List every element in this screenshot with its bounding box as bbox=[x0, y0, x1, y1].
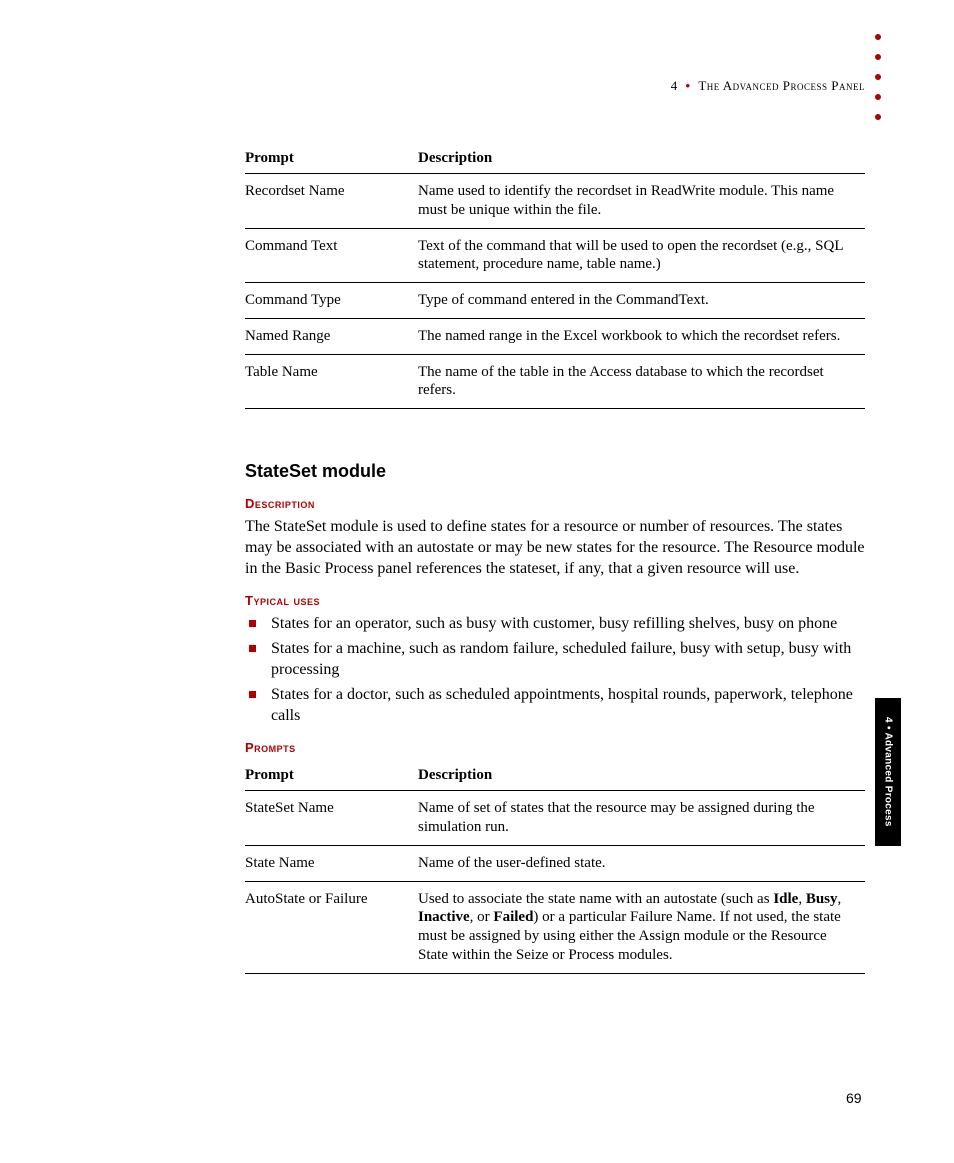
description-body: The StateSet module is used to define st… bbox=[245, 517, 865, 579]
list-item: States for a doctor, such as scheduled a… bbox=[245, 685, 865, 727]
bullet-separator: • bbox=[682, 78, 695, 93]
table-row: Named Range The named range in the Excel… bbox=[245, 318, 865, 354]
page-content: 4 • The Advanced Process Panel Prompt De… bbox=[245, 40, 865, 974]
prompt-cell: StateSet Name bbox=[245, 791, 418, 846]
chapter-title: The Advanced Process Panel bbox=[698, 78, 865, 93]
desc-cell: Name of the user-defined state. bbox=[418, 845, 865, 881]
table-row: AutoState or Failure Used to associate t… bbox=[245, 881, 865, 973]
decorative-dots bbox=[875, 34, 881, 120]
desc-cell: The named range in the Excel workbook to… bbox=[418, 318, 865, 354]
table-row: Command Text Text of the command that wi… bbox=[245, 228, 865, 283]
recordset-prompts-table: Prompt Description Recordset Name Name u… bbox=[245, 144, 865, 409]
col-header-description: Description bbox=[418, 144, 865, 174]
table-row: StateSet Name Name of set of states that… bbox=[245, 791, 865, 846]
text: , bbox=[798, 891, 806, 907]
page-number: 69 bbox=[846, 1090, 862, 1106]
prompt-cell: Command Type bbox=[245, 283, 418, 319]
col-header-prompt: Prompt bbox=[245, 144, 418, 174]
table-row: Command Type Type of command entered in … bbox=[245, 283, 865, 319]
col-header-prompt: Prompt bbox=[245, 761, 418, 791]
bold-term: Inactive bbox=[418, 909, 470, 925]
col-header-description: Description bbox=[418, 761, 865, 791]
list-item: States for a machine, such as random fai… bbox=[245, 639, 865, 681]
chapter-number: 4 bbox=[671, 78, 678, 93]
desc-cell: Text of the command that will be used to… bbox=[418, 228, 865, 283]
table-row: Table Name The name of the table in the … bbox=[245, 354, 865, 409]
prompt-cell: Recordset Name bbox=[245, 174, 418, 229]
desc-cell: Used to associate the state name with an… bbox=[418, 881, 865, 973]
prompt-cell: Table Name bbox=[245, 354, 418, 409]
text: Used to associate the state name with an… bbox=[418, 891, 773, 907]
bold-term: Failed bbox=[493, 909, 533, 925]
desc-cell: Name of set of states that the resource … bbox=[418, 791, 865, 846]
stateset-prompts-table: Prompt Description StateSet Name Name of… bbox=[245, 761, 865, 973]
description-heading: Description bbox=[245, 496, 865, 511]
list-item: States for an operator, such as busy wit… bbox=[245, 614, 865, 635]
prompt-cell: Named Range bbox=[245, 318, 418, 354]
desc-cell: Type of command entered in the CommandTe… bbox=[418, 283, 865, 319]
text: , bbox=[838, 891, 842, 907]
desc-cell: The name of the table in the Access data… bbox=[418, 354, 865, 409]
module-title: StateSet module bbox=[245, 461, 865, 482]
text: , or bbox=[470, 909, 494, 925]
bold-term: Idle bbox=[773, 891, 798, 907]
table-row: State Name Name of the user-defined stat… bbox=[245, 845, 865, 881]
typical-uses-heading: Typical uses bbox=[245, 593, 865, 608]
desc-cell: Name used to identify the recordset in R… bbox=[418, 174, 865, 229]
prompt-cell: AutoState or Failure bbox=[245, 881, 418, 973]
table-row: Recordset Name Name used to identify the… bbox=[245, 174, 865, 229]
prompts-heading: Prompts bbox=[245, 740, 865, 755]
prompt-cell: State Name bbox=[245, 845, 418, 881]
typical-uses-list: States for an operator, such as busy wit… bbox=[245, 614, 865, 726]
prompt-cell: Command Text bbox=[245, 228, 418, 283]
running-header: 4 • The Advanced Process Panel bbox=[245, 78, 865, 94]
side-tab: 4 • Advanced Process bbox=[875, 698, 901, 846]
bold-term: Busy bbox=[806, 891, 838, 907]
